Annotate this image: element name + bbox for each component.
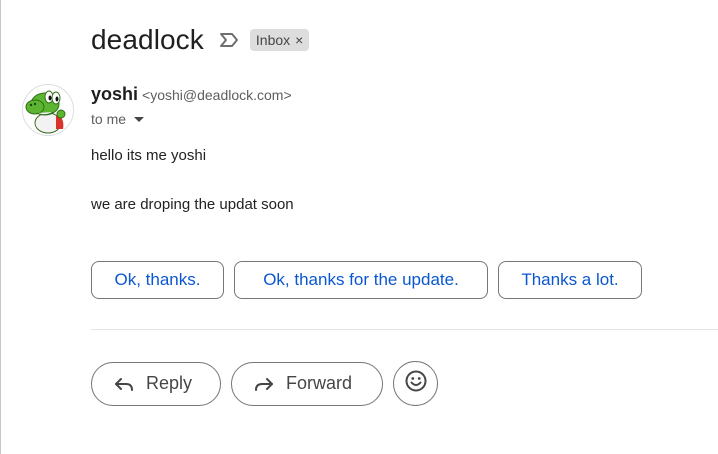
divider — [91, 329, 718, 330]
email-subject: deadlock — [91, 24, 204, 55]
pane-border — [0, 0, 1, 454]
remove-label-icon[interactable]: × — [295, 32, 303, 48]
recipient-label: to me — [91, 111, 127, 127]
reply-button[interactable]: Reply — [91, 361, 221, 406]
forward-arrow-icon — [254, 376, 274, 392]
sender-name[interactable]: yoshi — [91, 84, 138, 105]
caret-down-icon[interactable] — [134, 116, 145, 122]
email-body-line: we are droping the updat soon — [91, 196, 294, 213]
yoshi-avatar-image — [23, 85, 73, 135]
action-row: Reply Forward — [91, 361, 438, 406]
reply-label: Reply — [146, 373, 193, 393]
sender-email: <yoshi@deadlock.com> — [142, 87, 292, 103]
sender-row: yoshi <yoshi@deadlock.com> — [91, 84, 292, 105]
reply-arrow-icon — [114, 376, 134, 392]
inbox-label-chip[interactable]: Inbox × — [249, 29, 310, 51]
forward-button[interactable]: Forward — [231, 361, 383, 406]
smart-reply-row: Ok, thanks. Ok, thanks for the update. T… — [91, 261, 642, 299]
label-text: Inbox — [255, 32, 291, 48]
emoji-reaction-button[interactable] — [393, 361, 438, 406]
subject-row: deadlock Inbox × — [91, 22, 310, 58]
smart-reply-button[interactable]: Ok, thanks. — [91, 261, 224, 299]
forward-label: Forward — [286, 373, 353, 393]
importance-marker-icon[interactable] — [218, 31, 240, 49]
email-body-line: hello its me yoshi — [91, 147, 207, 164]
recipient-details-toggle[interactable]: to me — [91, 111, 145, 127]
smart-reply-button[interactable]: Thanks a lot. — [498, 261, 642, 299]
smiley-icon — [404, 369, 428, 398]
smart-reply-button[interactable]: Ok, thanks for the update. — [234, 261, 488, 299]
avatar[interactable] — [22, 84, 74, 136]
